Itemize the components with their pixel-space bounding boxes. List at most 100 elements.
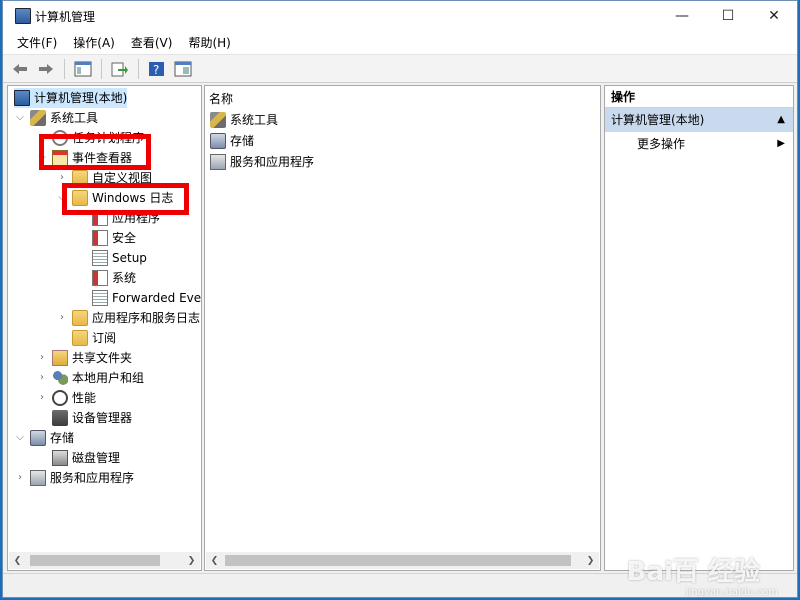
tree-item-subscriptions[interactable]: 订阅	[72, 328, 116, 348]
export-icon[interactable]	[109, 58, 131, 80]
maximize-button[interactable]: ☐	[705, 1, 751, 31]
main-panes: 计算机管理(本地) ⌵ 系统工具 任务计划程序 ⌵ 事件查看器 › 自定义视图	[3, 85, 797, 571]
scroll-right-icon[interactable]: ❯	[183, 552, 200, 569]
back-icon[interactable]	[9, 58, 31, 80]
tools-icon	[210, 112, 226, 128]
list-item[interactable]: 系统工具	[210, 110, 278, 130]
menu-help[interactable]: 帮助(H)	[180, 31, 238, 55]
menu-view[interactable]: 查看(V)	[123, 31, 181, 55]
actions-header: 操作	[605, 86, 793, 108]
details-horizontal-scrollbar[interactable]: ❮ ❯	[206, 552, 599, 569]
folder-icon	[72, 310, 88, 326]
chevron-down-icon[interactable]: ⌵	[14, 428, 26, 448]
tree-item-application-log[interactable]: 应用程序	[92, 208, 160, 228]
folder-icon	[72, 170, 88, 186]
actions-section-computer-management[interactable]: 计算机管理(本地) ▲	[605, 108, 793, 132]
list-item-label: 存储	[230, 134, 255, 148]
column-header-name[interactable]: 名称	[209, 90, 233, 108]
scroll-thumb[interactable]	[30, 555, 160, 566]
list-item-label: 系统工具	[230, 113, 279, 127]
scroll-left-icon[interactable]: ❮	[206, 552, 223, 569]
chevron-down-icon[interactable]: ⌵	[14, 108, 26, 128]
computer-management-icon	[15, 8, 31, 24]
tree-item-storage[interactable]: ⌵ 存储	[14, 428, 74, 448]
tree-item-disk-management[interactable]: 磁盘管理	[52, 448, 120, 468]
close-button[interactable]: ✕	[751, 1, 797, 31]
tree-item-label: 订阅	[92, 331, 117, 345]
chevron-right-icon[interactable]: ›	[56, 168, 68, 188]
tree-item-label: 磁盘管理	[72, 451, 121, 465]
tree-item-label: 本地用户和组	[72, 371, 145, 385]
tree-item-label: Windows 日志	[92, 191, 174, 205]
clock-icon	[52, 130, 68, 146]
menu-action[interactable]: 操作(A)	[65, 31, 123, 55]
tree-item-event-viewer[interactable]: ⌵ 事件查看器	[36, 148, 132, 168]
forward-icon[interactable]	[35, 58, 57, 80]
tree-item-label: 系统工具	[50, 111, 99, 125]
tree-item-device-manager[interactable]: 设备管理器	[52, 408, 132, 428]
window-title: 计算机管理	[35, 9, 96, 24]
more-actions-label: 更多操作	[637, 137, 686, 151]
tree-item-system-tools[interactable]: ⌵ 系统工具	[14, 108, 98, 128]
scroll-left-icon[interactable]: ❮	[9, 552, 26, 569]
chevron-right-icon[interactable]: ›	[36, 388, 48, 408]
list-item[interactable]: 存储	[210, 131, 254, 151]
scroll-right-icon[interactable]: ❯	[582, 552, 599, 569]
log-icon	[92, 290, 108, 306]
tree-item-task-scheduler[interactable]: 任务计划程序	[36, 128, 144, 148]
computer-management-window: 计算机管理 — ☐ ✕ 文件(F) 操作(A) 查看(V) 帮助(H) ? 计算…	[2, 0, 798, 598]
details-pane: 名称 系统工具 存储 服务和应用程序 ❮ ❯	[204, 85, 601, 571]
chevron-right-icon[interactable]	[36, 128, 48, 148]
tree-item-security-log[interactable]: 安全	[92, 228, 136, 248]
tree-item-services-apps[interactable]: › 服务和应用程序	[14, 468, 134, 488]
performance-icon	[52, 390, 68, 406]
chevron-right-icon[interactable]: ›	[56, 308, 68, 328]
chevron-down-icon[interactable]: ⌵	[56, 188, 68, 208]
chevron-right-icon[interactable]: ›	[36, 368, 48, 388]
storage-icon	[210, 133, 226, 149]
more-actions-item[interactable]: 更多操作 ▶	[605, 132, 793, 156]
chevron-down-icon[interactable]: ⌵	[36, 148, 48, 168]
log-icon	[92, 210, 108, 226]
users-icon	[52, 370, 68, 386]
chevron-right-icon[interactable]: ›	[36, 348, 48, 368]
console-tree: 计算机管理(本地) ⌵ 系统工具 任务计划程序 ⌵ 事件查看器 › 自定义视图	[7, 85, 202, 571]
menu-file[interactable]: 文件(F)	[9, 31, 65, 55]
properties-icon[interactable]	[172, 58, 194, 80]
scroll-track[interactable]	[26, 552, 183, 569]
tree-item-label: 共享文件夹	[72, 351, 133, 365]
tree-item-label: 事件查看器	[72, 151, 133, 165]
tree-item-setup-log[interactable]: Setup	[92, 248, 147, 268]
tree-item-local-users[interactable]: › 本地用户和组	[36, 368, 144, 388]
tree-item-shared-folders[interactable]: › 共享文件夹	[36, 348, 132, 368]
shared-folder-icon	[52, 350, 68, 366]
tree-item-system-log[interactable]: 系统	[92, 268, 136, 288]
minimize-button[interactable]: —	[659, 1, 705, 31]
svg-text:?: ?	[153, 63, 159, 77]
tree-item-custom-views[interactable]: › 自定义视图	[56, 168, 152, 188]
submenu-arrow-icon: ▶	[777, 138, 785, 149]
tools-icon	[30, 110, 46, 126]
storage-icon	[30, 430, 46, 446]
tree-item-app-service-logs[interactable]: › 应用程序和服务日志	[56, 308, 200, 328]
device-manager-icon	[52, 410, 68, 426]
scroll-thumb[interactable]	[225, 555, 571, 566]
tree-item-label: 性能	[72, 391, 97, 405]
tree-item-label: 存储	[50, 431, 75, 445]
tree-item-root[interactable]: 计算机管理(本地)	[14, 88, 128, 108]
show-tree-icon[interactable]	[72, 58, 94, 80]
tree-horizontal-scrollbar[interactable]: ❮ ❯	[9, 552, 200, 569]
help-icon[interactable]: ?	[146, 58, 168, 80]
actions-pane: 操作 计算机管理(本地) ▲ 更多操作 ▶	[604, 85, 794, 571]
list-item[interactable]: 服务和应用程序	[210, 152, 314, 172]
tree-item-label: 设备管理器	[72, 411, 133, 425]
tree-item-windows-logs[interactable]: ⌵ Windows 日志	[56, 188, 173, 208]
services-icon	[210, 154, 226, 170]
scroll-track[interactable]	[223, 552, 582, 569]
tree-item-performance[interactable]: › 性能	[36, 388, 96, 408]
chevron-right-icon[interactable]: ›	[14, 468, 26, 488]
collapse-up-icon[interactable]: ▲	[777, 108, 785, 132]
tree-item-forwarded-events[interactable]: Forwarded Eve	[92, 288, 201, 308]
toolbar-separator	[101, 58, 102, 79]
tree-item-label: 自定义视图	[92, 171, 153, 185]
